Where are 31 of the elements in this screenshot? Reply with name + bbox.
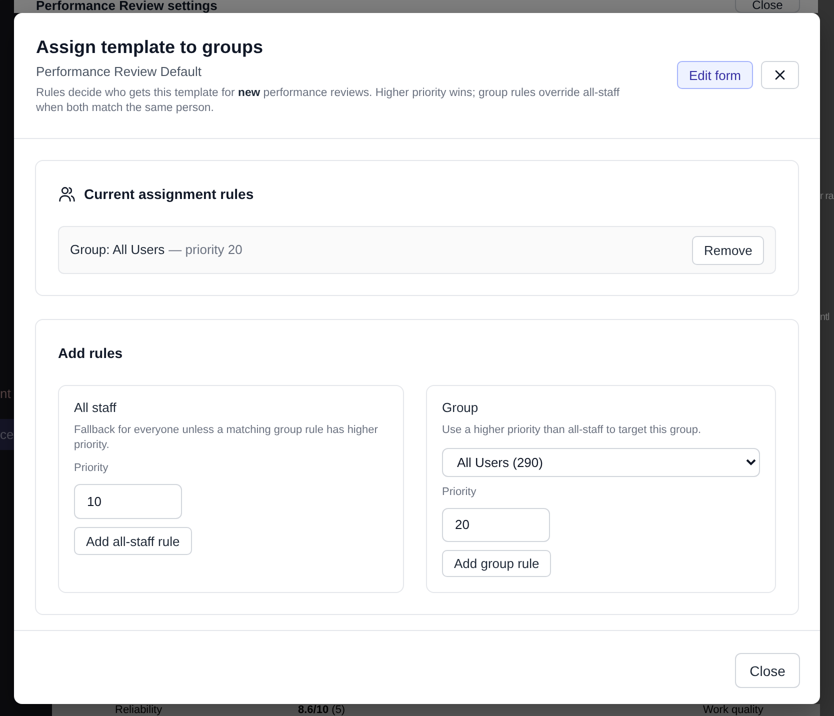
table-text: r ra	[820, 191, 834, 203]
table-cell-text: Work quality	[703, 704, 764, 716]
table-cell-text: Reliability	[115, 704, 164, 716]
panel-title: All staff	[74, 399, 116, 417]
users-icon	[59, 186, 75, 202]
settings-title: Performance Review settings	[36, 0, 218, 12]
priority-input[interactable]: 20	[442, 508, 550, 542]
priority-label: Priority	[74, 461, 108, 476]
card-title: Add rules	[58, 344, 123, 363]
add-all-staff-rule-button[interactable]: Add all-staff rule	[74, 527, 192, 555]
dialog-title: Assign template to groups	[36, 36, 264, 58]
add-group-rule-button[interactable]: Add group rule	[442, 550, 552, 577]
panel-description: Use a higher priority than all-staff to target this group.	[442, 423, 702, 438]
panel-description: Fallback for everyone unless a matching group rule has higher priority.	[74, 423, 379, 453]
card-title: Current assignment rules	[84, 185, 254, 204]
edit-form-button[interactable]: Edit form	[676, 61, 753, 89]
table-cell-text: 8.6/10 (5)	[298, 704, 346, 716]
table-text: ntl	[820, 312, 830, 324]
close-icon-button[interactable]	[761, 61, 799, 89]
rule-group-label: Group: All Users	[70, 241, 165, 259]
remove-button[interactable]: Remove	[692, 236, 764, 264]
dialog-subtitle: Performance Review Default	[36, 63, 202, 81]
close-icon	[775, 70, 785, 80]
priority-label: Priority	[442, 485, 476, 500]
dialog-description: Rules decide who gets this template for new performance reviews. Higher priority wins; group rules override all-staff when both match the same person.	[36, 86, 621, 116]
close-button[interactable]: Close	[735, 0, 800, 13]
panel-title: Group	[442, 399, 478, 417]
priority-input[interactable]: 10	[74, 484, 182, 519]
rule-priority-text: — priority 20	[168, 241, 242, 259]
close-button[interactable]: Close	[735, 653, 800, 688]
group-select[interactable]: All Users (290)	[442, 448, 760, 478]
